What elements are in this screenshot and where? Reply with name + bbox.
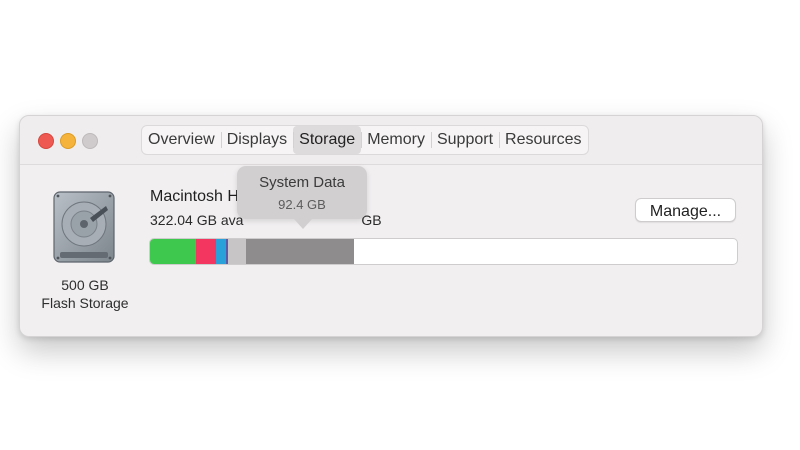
system-data-tooltip: System Data 92.4 GB (237, 166, 367, 229)
tooltip-value: 92.4 GB (278, 197, 326, 212)
storage-segment-0[interactable] (150, 239, 197, 264)
tab-bar: Overview Displays Storage Memory Support… (141, 125, 589, 155)
close-window-button[interactable] (38, 133, 54, 149)
tab-displays[interactable]: Displays (220, 126, 293, 154)
tab-resources[interactable]: Resources (499, 126, 587, 154)
tab-memory[interactable]: Memory (361, 126, 431, 154)
volume-name: Macintosh H (150, 188, 239, 205)
storage-segment-5[interactable] (246, 239, 355, 264)
storage-segment-1[interactable] (196, 239, 217, 264)
disk-capacity: 500 GB (61, 277, 109, 293)
storage-segment-2[interactable] (216, 239, 226, 264)
tab-support[interactable]: Support (430, 126, 499, 154)
hard-drive-icon (50, 190, 120, 266)
manage-button[interactable]: Manage... (635, 198, 736, 222)
tooltip-title: System Data (259, 174, 345, 191)
zoom-window-button[interactable] (82, 133, 98, 149)
disk-type: Flash Storage (41, 295, 129, 311)
volume-available-text: 322.04 GB ava (150, 212, 244, 228)
minimize-window-button[interactable] (60, 133, 76, 149)
tab-storage[interactable]: Storage (293, 126, 362, 154)
disk-caption: 500 GB Flash Storage (32, 276, 138, 312)
storage-segment-4[interactable] (228, 239, 247, 264)
tab-overview[interactable]: Overview (142, 126, 221, 154)
storage-usage-bar[interactable] (149, 238, 738, 265)
system-info-window: Overview Displays Storage Memory Support… (19, 115, 763, 337)
title-bar: Overview Displays Storage Memory Support… (20, 116, 762, 165)
